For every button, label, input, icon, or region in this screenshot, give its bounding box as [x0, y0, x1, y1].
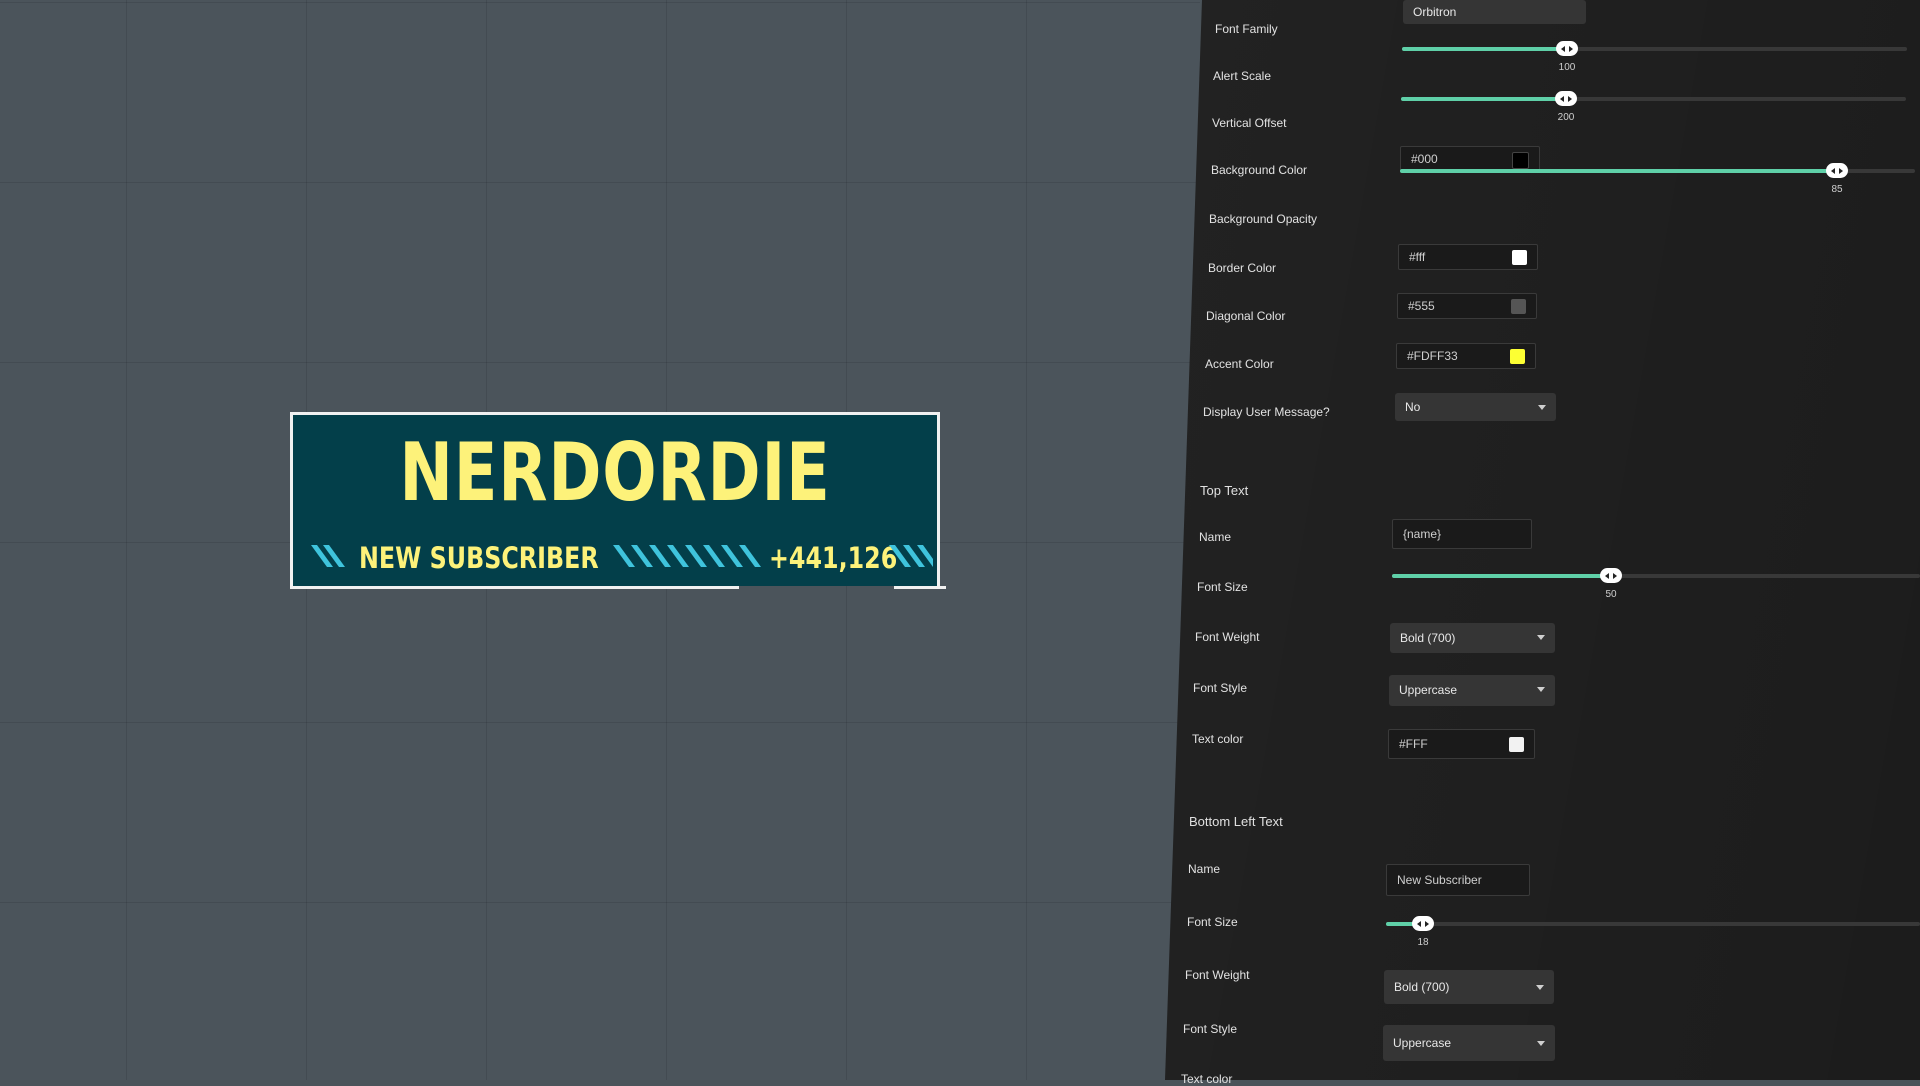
bottom-left-text-section-title: Bottom Left Text [1189, 814, 1283, 829]
background-opacity-label: Background Opacity [1209, 212, 1318, 226]
bottom-left-text-color-label: Text color [1181, 1072, 1233, 1086]
bottom-left-font-style-label: Font Style [1183, 1022, 1238, 1036]
accent-color-value: #FDFF33 [1407, 349, 1458, 363]
diagonal-color-value: #555 [1408, 299, 1435, 313]
display-user-message-value: No [1405, 400, 1421, 414]
bottom-left-font-size-label: Font Size [1187, 915, 1238, 929]
vertical-offset-value: 200 [1557, 112, 1575, 123]
border-color-value: #fff [1409, 250, 1426, 264]
font-family-value: Orbitron [1413, 5, 1457, 19]
diagonal-color-swatch[interactable] [1511, 299, 1526, 314]
subscriber-alert: NERDORDIE NEW SUBSCRIBER +441,126 [290, 412, 946, 589]
alert-scale-slider[interactable]: 100 [1402, 38, 1907, 73]
stripes-left [311, 545, 345, 567]
top-text-font-size-label: Font Size [1197, 580, 1248, 594]
bottom-left-font-size-value: 18 [1417, 937, 1429, 948]
slider-fill [1400, 169, 1837, 173]
bottom-left-name-input[interactable]: New Subscriber [1386, 864, 1530, 896]
slider-fill [1402, 47, 1567, 51]
slider-track [1386, 922, 1920, 926]
slider-fill [1401, 97, 1566, 101]
top-text-font-weight-select[interactable]: Bold (700) [1390, 623, 1555, 653]
top-text-color-label: Text color [1192, 732, 1244, 746]
slider-handle[interactable] [1600, 568, 1622, 583]
slider-fill [1392, 574, 1611, 578]
slider-handle[interactable] [1556, 41, 1578, 56]
chevron-down-icon [1537, 635, 1545, 640]
slider-handle[interactable] [1412, 916, 1434, 931]
bottom-left-font-weight-select[interactable]: Bold (700) [1384, 970, 1554, 1004]
bottom-left-font-weight-value: Bold (700) [1394, 980, 1450, 994]
accent-color-label: Accent Color [1205, 357, 1274, 371]
top-text-font-weight-label: Font Weight [1195, 630, 1260, 644]
alert-scale-label: Alert Scale [1213, 69, 1272, 83]
top-text-name-label: Name [1199, 530, 1232, 544]
top-text-color-field[interactable]: #FFF [1388, 729, 1535, 759]
display-user-message-select[interactable]: No [1395, 393, 1556, 421]
bottom-left-name-label: Name [1188, 862, 1221, 876]
background-opacity-slider[interactable]: 85 [1400, 160, 1915, 195]
top-text-font-weight-value: Bold (700) [1400, 631, 1456, 645]
top-text-font-size-slider[interactable]: 50 [1392, 565, 1920, 600]
top-text-section-title: Top Text [1200, 483, 1249, 498]
bottom-left-font-size-slider[interactable]: 18 [1386, 913, 1920, 948]
bottom-left-font-weight-label: Font Weight [1185, 968, 1250, 982]
top-text-font-style-label: Font Style [1193, 681, 1248, 695]
preview-canvas: NERDORDIE NEW SUBSCRIBER +441,126 [0, 0, 1200, 1080]
accent-color-swatch[interactable] [1510, 349, 1525, 364]
alert-label: NEW SUBSCRIBER [359, 541, 599, 575]
top-text-font-size-value: 50 [1605, 589, 1617, 600]
border-color-field[interactable]: #fff [1398, 244, 1538, 270]
display-user-message-label: Display User Message? [1203, 405, 1330, 419]
stripes-middle [613, 545, 761, 567]
background-color-label: Background Color [1211, 163, 1308, 177]
slider-handle[interactable] [1555, 91, 1577, 106]
font-family-label: Font Family [1215, 22, 1278, 36]
top-text-name-input[interactable]: {name} [1392, 519, 1532, 549]
vertical-offset-slider[interactable]: 200 [1401, 88, 1906, 123]
alert-scale-value: 100 [1558, 62, 1576, 73]
top-text-font-style-select[interactable]: Uppercase [1389, 675, 1555, 706]
diagonal-color-field[interactable]: #555 [1397, 293, 1537, 319]
chevron-down-icon [1537, 687, 1545, 692]
vertical-offset-label: Vertical Offset [1212, 116, 1287, 130]
bottom-left-font-style-select[interactable]: Uppercase [1383, 1025, 1555, 1061]
alert-count: +441,126 [769, 541, 898, 575]
chevron-down-icon [1538, 405, 1546, 410]
chevron-down-icon [1536, 985, 1544, 990]
alert-bottom-row: NEW SUBSCRIBER +441,126 [307, 539, 933, 575]
bottom-left-name-value: New Subscriber [1397, 873, 1482, 887]
alert-border-bottom-left [290, 586, 739, 589]
alert-border-bottom-right [894, 586, 946, 589]
alert-title: NERDORDIE [399, 426, 831, 519]
top-text-color-swatch[interactable] [1509, 737, 1524, 752]
bottom-left-font-style-value: Uppercase [1393, 1036, 1452, 1050]
slider-handle[interactable] [1826, 163, 1848, 178]
top-text-color-value: #FFF [1399, 737, 1428, 751]
top-text-name-value: {name} [1403, 527, 1442, 541]
border-color-swatch[interactable] [1512, 250, 1527, 265]
font-family-select[interactable]: Orbitron [1403, 0, 1586, 24]
stripes-right [889, 545, 933, 567]
accent-color-field[interactable]: #FDFF33 [1396, 343, 1536, 369]
top-text-font-style-value: Uppercase [1399, 683, 1458, 697]
chevron-down-icon [1537, 1041, 1545, 1046]
border-color-label: Border Color [1208, 261, 1277, 275]
diagonal-color-label: Diagonal Color [1206, 309, 1286, 323]
background-opacity-value: 85 [1831, 184, 1843, 195]
